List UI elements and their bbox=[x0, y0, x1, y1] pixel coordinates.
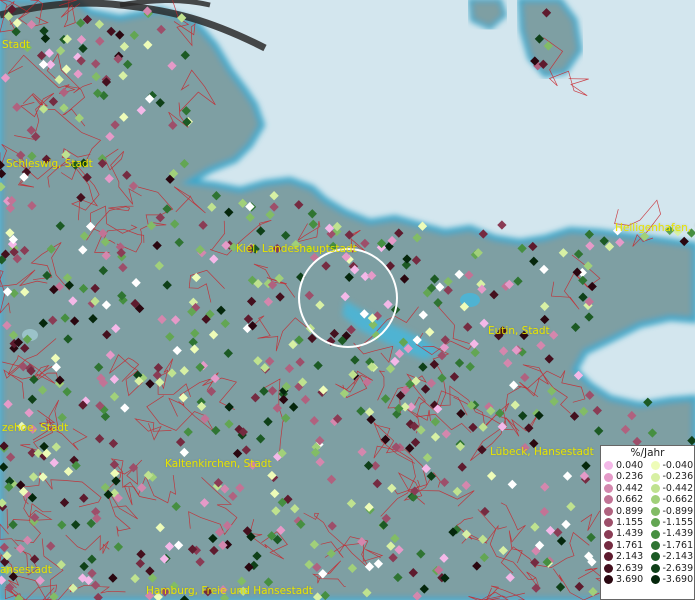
legend-entry-negative: -0.662 bbox=[648, 494, 695, 505]
legend-label: -2.143 bbox=[662, 551, 694, 563]
legend-entry-positive: 2.639 bbox=[601, 563, 648, 574]
city-label-kaltenkirchen: Kaltenkirchen, Stadt bbox=[165, 458, 272, 470]
legend-row: 1.155 -1.155 bbox=[601, 517, 694, 528]
legend-row: 0.236 -0.236 bbox=[601, 471, 694, 482]
legend-label: -2.639 bbox=[662, 562, 694, 574]
legend-swatch bbox=[604, 461, 613, 471]
legend-swatch bbox=[650, 518, 660, 528]
city-label-kiel: Kiel, Landeshauptstadt bbox=[236, 243, 357, 255]
legend: %/Jahr 0.040 -0.040 0.236 -0.236 0.442 -0.442… bbox=[600, 445, 695, 600]
legend-entry-positive: 3.690 bbox=[601, 574, 648, 585]
legend-label: 0.040 bbox=[616, 460, 644, 471]
legend-label: 0.236 bbox=[616, 471, 644, 483]
legend-label: 2.639 bbox=[616, 562, 644, 574]
legend-swatch bbox=[650, 552, 660, 562]
legend-row: 1.439 -1.439 bbox=[601, 528, 694, 539]
legend-entry-negative: -0.040 bbox=[648, 460, 695, 471]
legend-entry-negative: -0.899 bbox=[648, 506, 695, 517]
city-label-hamburg: Hamburg, Freie und Hansestadt bbox=[146, 585, 313, 597]
legend-entry-positive: 1.761 bbox=[601, 540, 648, 551]
legend-entry-negative: -1.439 bbox=[648, 528, 695, 539]
legend-swatch bbox=[650, 461, 660, 471]
legend-label: 2.143 bbox=[616, 551, 644, 563]
city-label-eutin: Eutin, Stadt bbox=[488, 325, 550, 337]
legend-swatch bbox=[650, 472, 660, 482]
legend-swatch bbox=[650, 506, 660, 516]
legend-entry-positive: 1.439 bbox=[601, 528, 648, 539]
map-view[interactable]: Stadt Schleswig, Stadt Kiel, Landeshaupt… bbox=[0, 0, 695, 600]
city-label-west-hanse: ansestadt bbox=[0, 564, 52, 576]
legend-row: 0.662 -0.662 bbox=[601, 494, 694, 505]
legend-swatch bbox=[650, 483, 660, 493]
city-label-heiligenhafen: Heiligenhafen, Stadt bbox=[615, 222, 695, 234]
legend-label: -1.761 bbox=[662, 539, 694, 551]
legend-swatch bbox=[604, 483, 613, 493]
legend-rows: 0.040 -0.040 0.236 -0.236 0.442 -0.442 0.662 -0… bbox=[601, 460, 694, 585]
legend-row: 0.040 -0.040 bbox=[601, 460, 694, 471]
legend-entry-negative: -0.236 bbox=[648, 471, 695, 482]
legend-entry-negative: -0.442 bbox=[648, 483, 695, 494]
legend-label: -0.040 bbox=[662, 460, 694, 471]
legend-row: 2.639 -2.639 bbox=[601, 563, 694, 574]
city-label-itzehoe: zehoe, Stadt bbox=[2, 422, 69, 434]
legend-label: 0.662 bbox=[616, 494, 644, 506]
legend-label: -0.662 bbox=[662, 494, 694, 506]
map-canvas[interactable] bbox=[0, 0, 695, 600]
legend-entry-positive: 2.143 bbox=[601, 551, 648, 562]
legend-swatch bbox=[604, 540, 613, 550]
city-label-flensburg: Stadt bbox=[2, 39, 30, 51]
legend-entry-negative: -3.690 bbox=[648, 574, 695, 585]
legend-label: 0.442 bbox=[616, 482, 644, 494]
legend-swatch bbox=[650, 529, 660, 539]
legend-swatch bbox=[604, 472, 613, 482]
legend-swatch bbox=[604, 495, 613, 505]
legend-row: 0.899 -0.899 bbox=[601, 506, 694, 517]
legend-entry-positive: 0.442 bbox=[601, 483, 648, 494]
legend-label: -0.442 bbox=[662, 482, 694, 494]
legend-label: 3.690 bbox=[616, 573, 644, 585]
city-label-schleswig: Schleswig, Stadt bbox=[6, 158, 93, 170]
legend-entry-positive: 0.236 bbox=[601, 471, 648, 482]
legend-entry-positive: 0.662 bbox=[601, 494, 648, 505]
legend-swatch bbox=[650, 540, 660, 550]
legend-swatch bbox=[650, 563, 660, 573]
legend-label: -0.236 bbox=[662, 471, 694, 483]
legend-entry-negative: -2.143 bbox=[648, 551, 695, 562]
legend-row: 0.442 -0.442 bbox=[601, 483, 694, 494]
legend-swatch bbox=[604, 552, 613, 562]
legend-label: 1.761 bbox=[616, 539, 644, 551]
legend-row: 3.690 -3.690 bbox=[601, 574, 694, 585]
legend-label: -0.899 bbox=[662, 505, 694, 517]
legend-entry-positive: 1.155 bbox=[601, 517, 648, 528]
legend-entry-positive: 0.899 bbox=[601, 506, 648, 517]
legend-swatch bbox=[650, 495, 660, 505]
legend-title: %/Jahr bbox=[630, 447, 665, 459]
legend-label: 0.899 bbox=[616, 505, 644, 517]
legend-label: 1.155 bbox=[616, 516, 644, 528]
legend-row: 2.143 -2.143 bbox=[601, 551, 694, 562]
legend-swatch bbox=[604, 518, 613, 528]
legend-entry-negative: -2.639 bbox=[648, 563, 695, 574]
legend-swatch bbox=[604, 506, 613, 516]
legend-label: -1.439 bbox=[662, 528, 694, 540]
legend-row: 1.761 -1.761 bbox=[601, 540, 694, 551]
legend-label: -3.690 bbox=[662, 573, 694, 585]
city-label-luebeck: Lübeck, Hansestadt bbox=[490, 446, 594, 458]
legend-entry-negative: -1.761 bbox=[648, 540, 695, 551]
legend-label: 1.439 bbox=[616, 528, 644, 540]
legend-swatch bbox=[650, 575, 660, 585]
legend-entry-positive: 0.040 bbox=[601, 460, 648, 471]
legend-label: -1.155 bbox=[662, 516, 694, 528]
legend-swatch bbox=[604, 575, 613, 585]
legend-swatch bbox=[604, 529, 613, 539]
legend-entry-negative: -1.155 bbox=[648, 517, 695, 528]
legend-swatch bbox=[604, 563, 613, 573]
